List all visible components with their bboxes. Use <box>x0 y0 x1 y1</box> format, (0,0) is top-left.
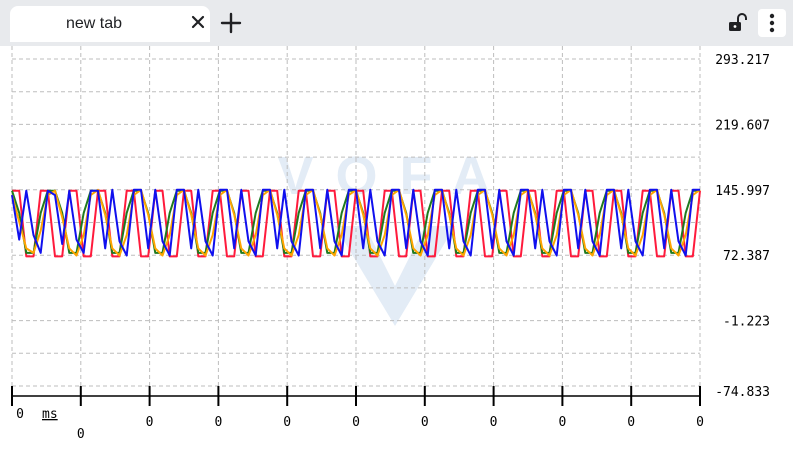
waveform-plot[interactable]: VOFA 293.217 219.607 145.997 72.387 -1.223 -7… <box>0 46 793 454</box>
x-tick-label: 0 <box>558 415 566 430</box>
vertical-dots-menu-icon[interactable] <box>758 9 786 37</box>
x-tick-label: 0 <box>146 415 154 430</box>
x-tick-label: 0 <box>352 415 360 430</box>
x-tick-label: 0 <box>627 415 635 430</box>
unlocked-padlock-icon[interactable] <box>726 12 748 34</box>
tab-new-tab[interactable]: new tab <box>10 6 210 42</box>
x-tick-label: 0 <box>696 415 704 430</box>
x-tick-label: 0 <box>16 407 24 422</box>
vofa-watermark: VOFA <box>277 146 491 326</box>
y-tick-label: 293.217 <box>715 53 770 68</box>
plus-icon[interactable] <box>218 10 244 36</box>
x-tick-label: 0 <box>77 427 85 442</box>
tab-strip: new tab <box>0 0 793 46</box>
x-tick-label: 0 <box>214 415 222 430</box>
waveform-chart: VOFA 293.217 219.607 145.997 72.387 -1.223 -7… <box>11 46 770 442</box>
y-tick-label: -74.833 <box>715 385 770 400</box>
y-tick-label: 219.607 <box>715 118 770 133</box>
y-tick-label: 72.387 <box>723 249 770 264</box>
x-tick-label: 0 <box>283 415 291 430</box>
chart-axis <box>11 386 701 406</box>
x-unit-label: ms <box>42 407 58 422</box>
tab-title: new tab <box>66 15 123 32</box>
y-tick-label: 145.997 <box>715 184 770 199</box>
close-icon[interactable] <box>186 10 210 34</box>
x-tick-label: 0 <box>490 415 498 430</box>
y-tick-label: -1.223 <box>723 315 770 330</box>
x-tick-label: 0 <box>421 415 429 430</box>
